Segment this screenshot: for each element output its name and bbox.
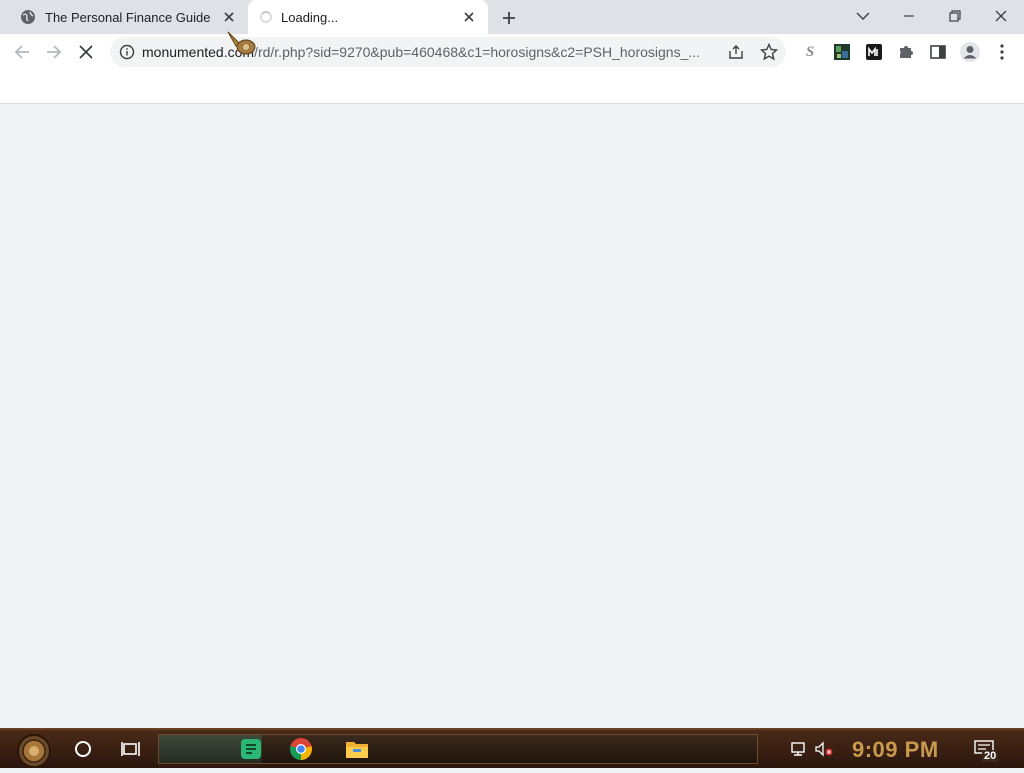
m-extension-icon[interactable] [864, 42, 884, 62]
close-tab-icon[interactable] [219, 7, 239, 27]
plus-icon [503, 12, 515, 24]
tab-search-button[interactable] [850, 4, 876, 28]
volume-muted-icon[interactable] [810, 735, 838, 763]
cortana-circle-icon [75, 741, 91, 757]
file-explorer-button[interactable] [343, 735, 371, 763]
close-tab-icon[interactable] [459, 7, 479, 27]
restore-icon [949, 10, 961, 22]
info-icon[interactable] [119, 44, 135, 60]
globe-icon [21, 10, 35, 24]
new-tab-button[interactable] [497, 6, 521, 30]
tab-loading[interactable]: Loading... [248, 0, 488, 34]
tab-strip: The Personal Finance Guide Loading... [0, 0, 1024, 34]
close-icon [79, 45, 93, 59]
close-window-button[interactable] [988, 4, 1014, 28]
folder-icon [346, 742, 368, 758]
chrome-app-button[interactable] [287, 735, 315, 763]
menu-icon[interactable] [992, 42, 1012, 62]
chevron-down-icon [856, 12, 870, 20]
page-content [0, 104, 1024, 728]
minimize-icon [904, 15, 914, 17]
arrow-right-icon [47, 45, 62, 59]
share-icon[interactable] [728, 44, 744, 60]
cursor-icon [227, 31, 256, 55]
loading-spinner-icon [260, 11, 272, 23]
tab-personal-finance-guide[interactable]: The Personal Finance Guide [8, 0, 248, 34]
puzzle-icon[interactable] [896, 42, 916, 62]
browser-toolbar: monumented.com/rd/r.php?sid=9270&pub=460… [0, 34, 1024, 70]
notification-count-badge: 20 [982, 750, 999, 762]
restore-button[interactable] [942, 4, 968, 28]
arrow-left-icon [14, 45, 29, 59]
s-extension-icon[interactable]: S [800, 42, 820, 62]
notes-icon [241, 739, 261, 759]
tab-title: Loading... [281, 9, 339, 25]
start-gear-icon [17, 734, 51, 768]
taskbar: 9:09 PM 20 [0, 728, 1024, 768]
stop-loading-button[interactable] [72, 38, 100, 66]
start-button[interactable] [8, 732, 58, 768]
task-view-icon [121, 742, 140, 756]
forward-button[interactable] [40, 38, 68, 66]
profile-icon[interactable] [958, 40, 982, 64]
chrome-icon [290, 738, 312, 760]
search-button[interactable] [69, 735, 97, 763]
image-extension-icon[interactable] [832, 42, 852, 62]
address-bar[interactable]: monumented.com/rd/r.php?sid=9270&pub=460… [110, 37, 786, 67]
taskbar-clock[interactable]: 9:09 PM [852, 737, 939, 763]
close-icon [995, 10, 1007, 22]
url-path: /rd/r.php?sid=9270&pub=460468&c1=horosig… [254, 44, 701, 60]
side-panel-icon[interactable] [928, 42, 948, 62]
network-icon[interactable] [785, 735, 813, 763]
bookmark-star-icon[interactable] [760, 43, 778, 61]
tab-title: The Personal Finance Guide [45, 9, 211, 25]
task-view-button[interactable] [117, 735, 145, 763]
bookmark-bar [0, 70, 1024, 104]
minimize-button[interactable] [896, 4, 922, 28]
notes-app-button[interactable] [237, 735, 265, 763]
back-button[interactable] [8, 38, 36, 66]
